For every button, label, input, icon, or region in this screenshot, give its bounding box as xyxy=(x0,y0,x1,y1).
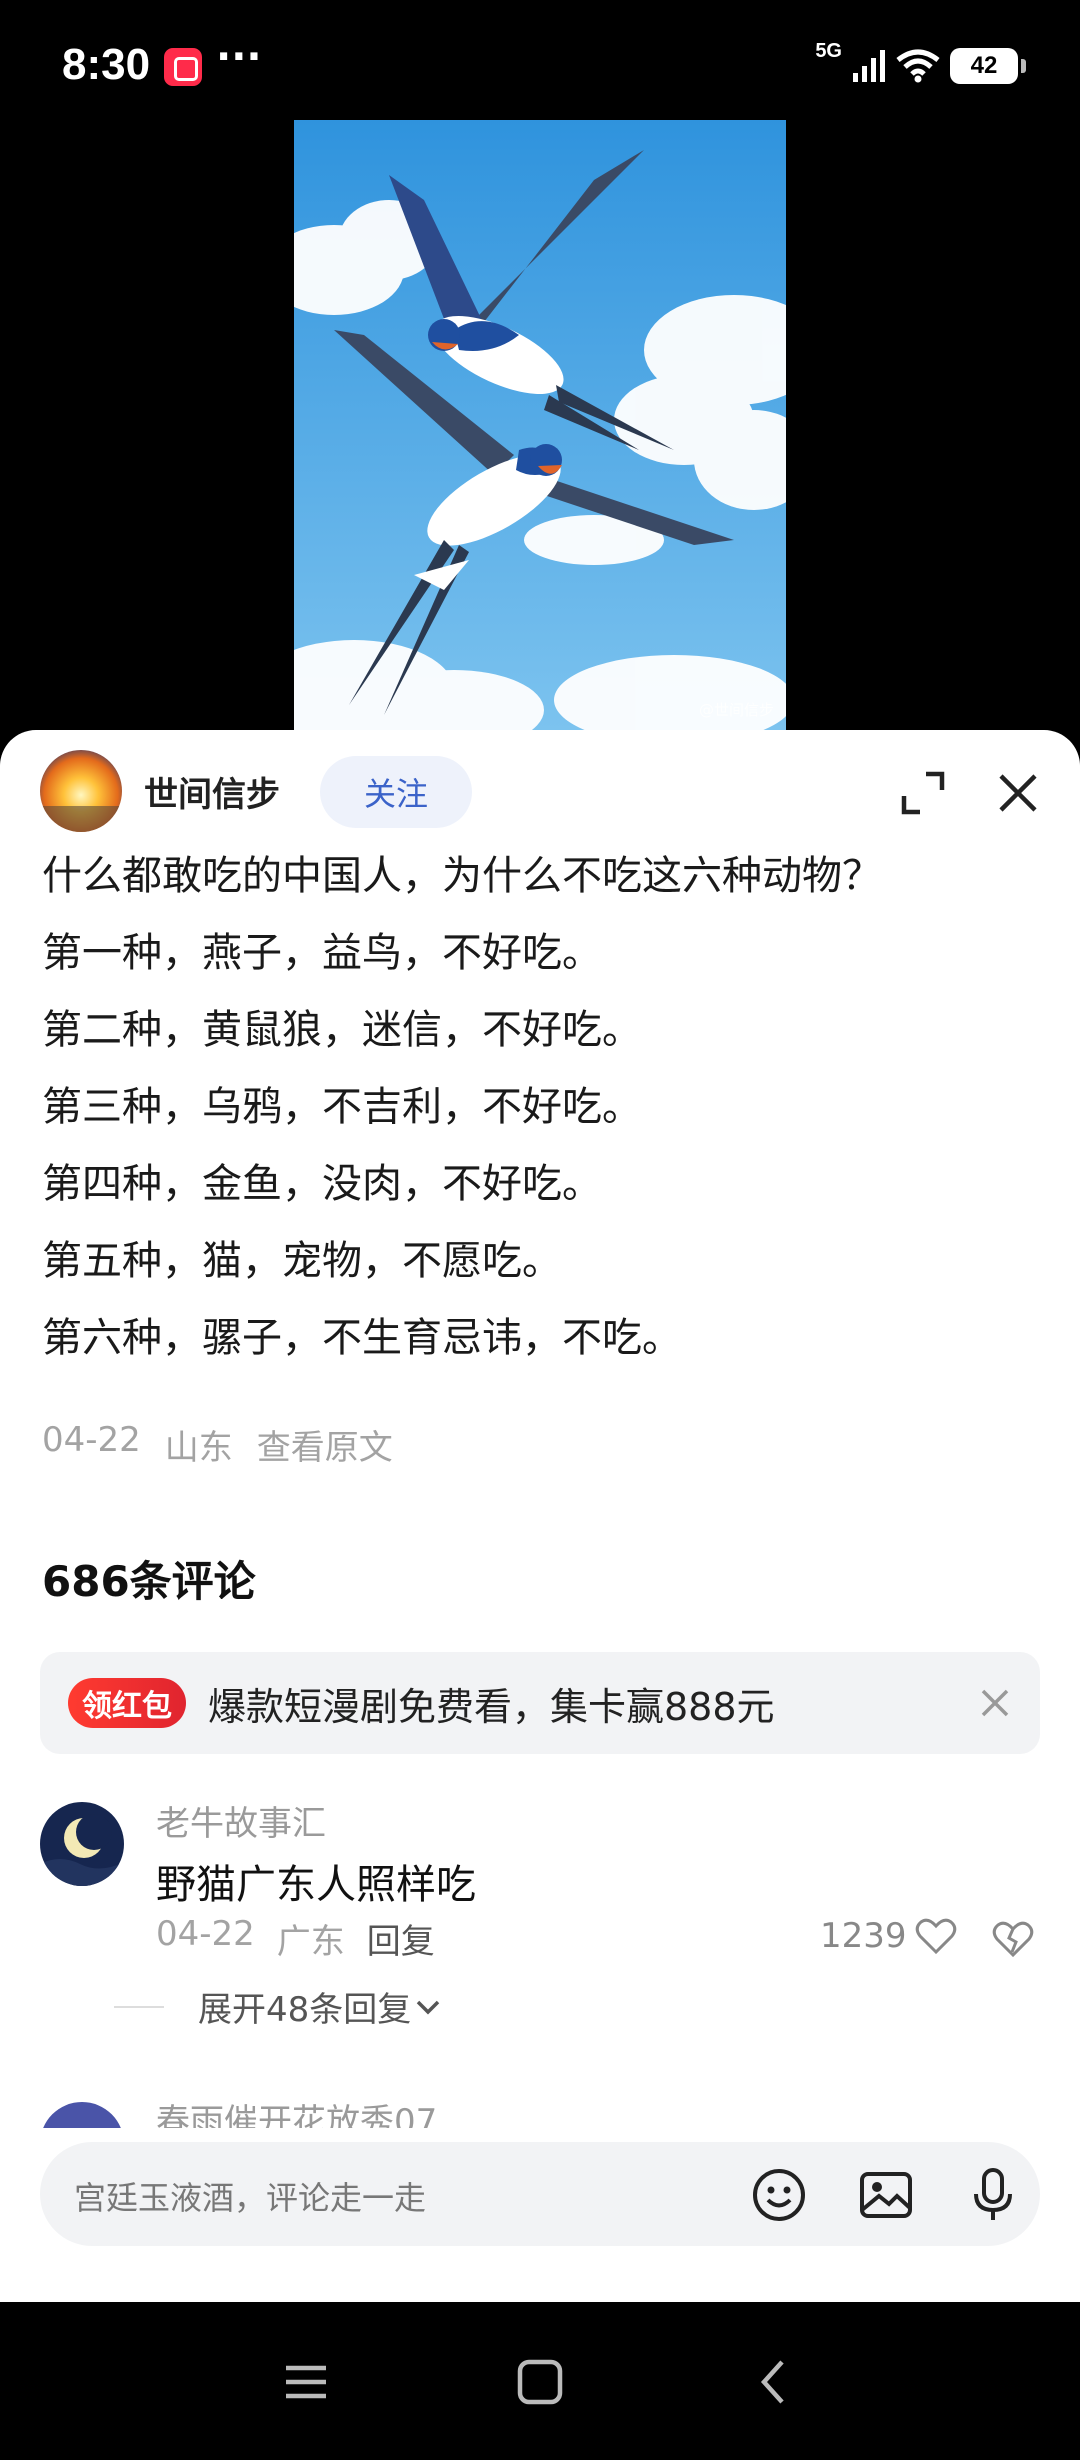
heart-icon xyxy=(915,1918,956,1955)
reply-button[interactable]: 回复 xyxy=(367,1914,435,1963)
red-envelope-tag[interactable]: 领红包 xyxy=(68,1678,186,1728)
promo-banner[interactable]: 领红包 爆款短漫剧免费看，集卡赢888元 xyxy=(40,1652,1040,1754)
post-line: 第六种，骡子，不生育忌讳，不吃。 xyxy=(42,1315,682,1361)
comment-date: 04-22 xyxy=(156,1914,255,1954)
comment-input-placeholder[interactable]: 宫廷玉液酒，评论走一走 xyxy=(74,2173,426,2219)
commenter-name[interactable]: 老牛故事汇 xyxy=(156,1796,326,1845)
microphone-icon[interactable] xyxy=(964,2166,1022,2224)
status-more-icon: ··· xyxy=(216,34,262,80)
comment-meta: 04-22 广东 回复 xyxy=(156,1914,435,1963)
like-button[interactable]: 1239 xyxy=(820,1916,957,1956)
wifi-icon xyxy=(896,49,940,83)
network-type: 5G xyxy=(815,40,842,62)
sunset-avatar-icon xyxy=(40,750,122,832)
promo-text[interactable]: 爆款短漫剧免费看，集卡赢888元 xyxy=(208,1676,775,1731)
commenter-avatar[interactable] xyxy=(40,1802,124,1886)
moon-avatar-icon xyxy=(40,1802,124,1886)
divider xyxy=(114,2005,164,2008)
back-icon[interactable] xyxy=(744,2352,804,2412)
comment-input-bar[interactable]: 宫廷玉液酒，评论走一走 xyxy=(40,2142,1040,2246)
author-name[interactable]: 世间信步 xyxy=(144,767,280,816)
status-right: 5G 42 xyxy=(815,40,1026,90)
view-original-link[interactable]: 查看原文 xyxy=(257,1420,393,1469)
system-nav-bar xyxy=(0,2302,1080,2460)
post-line: 第一种，燕子，益鸟，不好吃。 xyxy=(42,930,602,976)
next-commenter-avatar[interactable] xyxy=(40,2102,124,2128)
red-app-icon xyxy=(164,48,202,86)
author-row[interactable]: 世间信步 xyxy=(40,748,280,834)
swallows-photo xyxy=(294,120,786,730)
next-comment-peek: 春雨催开花放秀07 xyxy=(40,2102,1050,2128)
image-watermark: @世间信步 xyxy=(698,701,774,719)
comment-location: 广东 xyxy=(276,1922,345,1962)
comment-text: 野猫广东人照样吃 xyxy=(156,1862,476,1908)
next-commenter-name[interactable]: 春雨催开花放秀07 xyxy=(156,2102,437,2128)
signal-icon xyxy=(853,50,885,82)
post-location: 山东 xyxy=(164,1428,233,1468)
expand-replies-label[interactable]: 展开48条回复 xyxy=(198,1982,411,2031)
post-line: 第三种，乌鸦，不吉利，不好吃。 xyxy=(42,1084,642,1130)
like-count: 1239 xyxy=(820,1916,907,1956)
chevron-down-icon xyxy=(417,2000,440,2014)
battery-indicator: 42 xyxy=(950,48,1026,84)
post-line: 什么都敢吃的中国人，为什么不吃这六种动物？ xyxy=(42,853,882,899)
image-icon[interactable] xyxy=(857,2166,915,2224)
status-time: 8:30 xyxy=(62,40,151,89)
post-meta: 04-22 山东 查看原文 xyxy=(42,1420,393,1469)
expand-icon[interactable] xyxy=(900,770,946,816)
home-icon[interactable] xyxy=(510,2352,570,2412)
screen: 8:30 ··· 5G 42 @世间信步 世间信步 关注 什么都敢吃的中国人，为… xyxy=(0,0,1080,2460)
follow-button[interactable]: 关注 xyxy=(320,756,472,828)
post-line: 第四种，金鱼，没肉，不好吃。 xyxy=(42,1161,602,1207)
broken-heart-icon[interactable] xyxy=(992,1920,1034,1958)
post-detail-sheet: 世间信步 关注 什么都敢吃的中国人，为什么不吃这六种动物？ 第一种，燕子，益鸟，… xyxy=(0,730,1080,2302)
close-icon[interactable] xyxy=(995,770,1041,816)
emoji-icon[interactable] xyxy=(750,2166,808,2224)
post-date: 04-22 xyxy=(42,1420,141,1460)
expand-replies[interactable]: 展开48条回复 xyxy=(114,1982,445,2031)
comment-count: 686条评论 xyxy=(42,1557,256,1606)
promo-close-icon[interactable] xyxy=(978,1686,1012,1720)
post-image[interactable]: @世间信步 xyxy=(294,120,786,730)
post-line: 第二种，黄鼠狼，迷信，不好吃。 xyxy=(42,1007,642,1053)
recent-apps-icon[interactable] xyxy=(276,2352,336,2412)
post-line: 第五种，猫，宠物，不愿吃。 xyxy=(42,1238,562,1284)
status-bar: 8:30 ··· 5G 42 xyxy=(0,0,1080,130)
post-text: 什么都敢吃的中国人，为什么不吃这六种动物？ 第一种，燕子，益鸟，不好吃。 第二种… xyxy=(42,838,1052,1377)
author-avatar[interactable] xyxy=(40,750,122,832)
